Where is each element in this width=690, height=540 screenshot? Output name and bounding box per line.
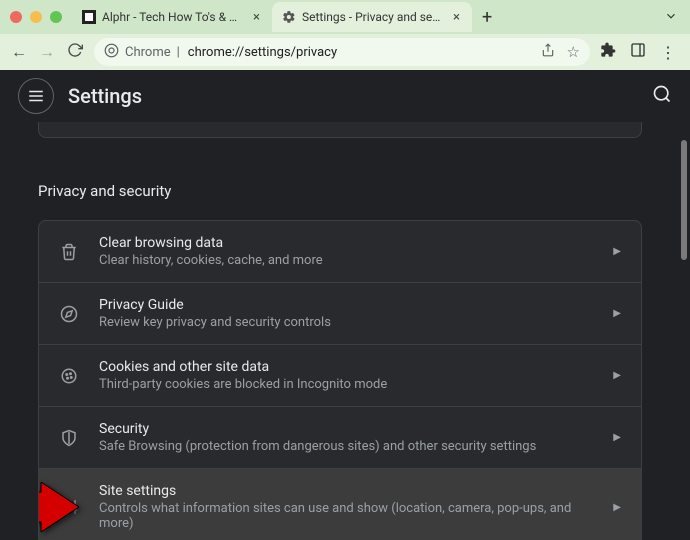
row-desc: Clear history, cookies, cache, and more [99,253,593,268]
row-title: Cookies and other site data [99,359,593,375]
row-desc: Third-party cookies are blocked in Incog… [99,377,593,392]
row-title: Site settings [99,483,593,499]
row-privacy-guide[interactable]: Privacy Guide Review key privacy and sec… [39,283,641,345]
content-scroll: Privacy and security Clear browsing data… [0,122,680,540]
cookie-icon [59,366,79,386]
scrollbar-thumb[interactable] [681,140,687,260]
section-title: Privacy and security [20,152,660,220]
alphr-favicon-icon [82,10,96,24]
back-button[interactable]: ← [10,42,28,62]
reload-button[interactable] [66,42,84,62]
maximize-window-icon[interactable] [50,11,62,23]
chevron-right-icon: ▶ [613,246,621,257]
tab-settings[interactable]: Settings - Privacy and security × [272,2,472,32]
shield-icon [59,428,79,448]
minimize-window-icon[interactable] [30,11,42,23]
bookmark-icon[interactable]: ☆ [567,43,580,61]
side-panel-icon[interactable] [630,42,646,62]
gear-icon [282,10,296,24]
chrome-icon [104,43,119,62]
url-scheme: Chrome [125,45,171,60]
trash-icon [59,242,79,262]
row-cookies[interactable]: Cookies and other site data Third-party … [39,345,641,407]
tab-overflow-icon[interactable] [664,8,678,27]
row-security[interactable]: Security Safe Browsing (protection from … [39,407,641,469]
row-desc: Review key privacy and security controls [99,315,593,330]
tab-close-icon[interactable]: × [451,10,462,25]
close-window-icon[interactable] [10,11,22,23]
window-traffic-lights[interactable] [10,11,72,23]
url-divider: | [177,45,180,60]
settings-app: Settings Privacy and security Clear brow… [0,70,690,540]
tab-close-icon[interactable]: × [251,10,262,25]
browser-chrome: Alphr - Tech How To's & Guides × Setting… [0,0,690,70]
compass-icon [59,304,79,324]
tab-title: Alphr - Tech How To's & Guides [102,10,245,24]
menu-button[interactable] [18,78,54,114]
kebab-menu-icon[interactable]: ⋮ [660,43,676,62]
new-tab-button[interactable]: + [472,7,502,28]
url-text: chrome://settings/privacy [188,45,337,60]
row-title: Security [99,421,593,437]
tab-title: Settings - Privacy and security [302,10,445,24]
row-site-settings[interactable]: Site settings Controls what information … [39,469,641,540]
share-icon[interactable] [541,43,555,61]
annotation-arrow-icon [38,482,79,532]
chevron-right-icon: ▶ [613,370,621,381]
prev-card-stub [38,122,642,138]
chevron-right-icon: ▶ [613,432,621,443]
row-title: Privacy Guide [99,297,593,313]
toolbar: ← → Chrome | chrome://settings/privacy ☆ [0,34,690,70]
row-title: Clear browsing data [99,235,593,251]
omnibox[interactable]: Chrome | chrome://settings/privacy ☆ [94,38,590,66]
search-button[interactable] [652,84,672,109]
row-clear-browsing-data[interactable]: Clear browsing data Clear history, cooki… [39,221,641,283]
tab-alphr[interactable]: Alphr - Tech How To's & Guides × [72,2,272,32]
extensions-icon[interactable] [600,42,616,62]
tab-strip: Alphr - Tech How To's & Guides × Setting… [0,0,690,34]
row-desc: Safe Browsing (protection from dangerous… [99,439,593,454]
privacy-card: Clear browsing data Clear history, cooki… [38,220,642,540]
chevron-right-icon: ▶ [613,502,621,513]
chevron-right-icon: ▶ [613,308,621,319]
row-desc: Controls what information sites can use … [99,501,593,531]
app-title: Settings [68,84,142,108]
app-header: Settings [0,70,690,122]
forward-button[interactable]: → [38,42,56,62]
